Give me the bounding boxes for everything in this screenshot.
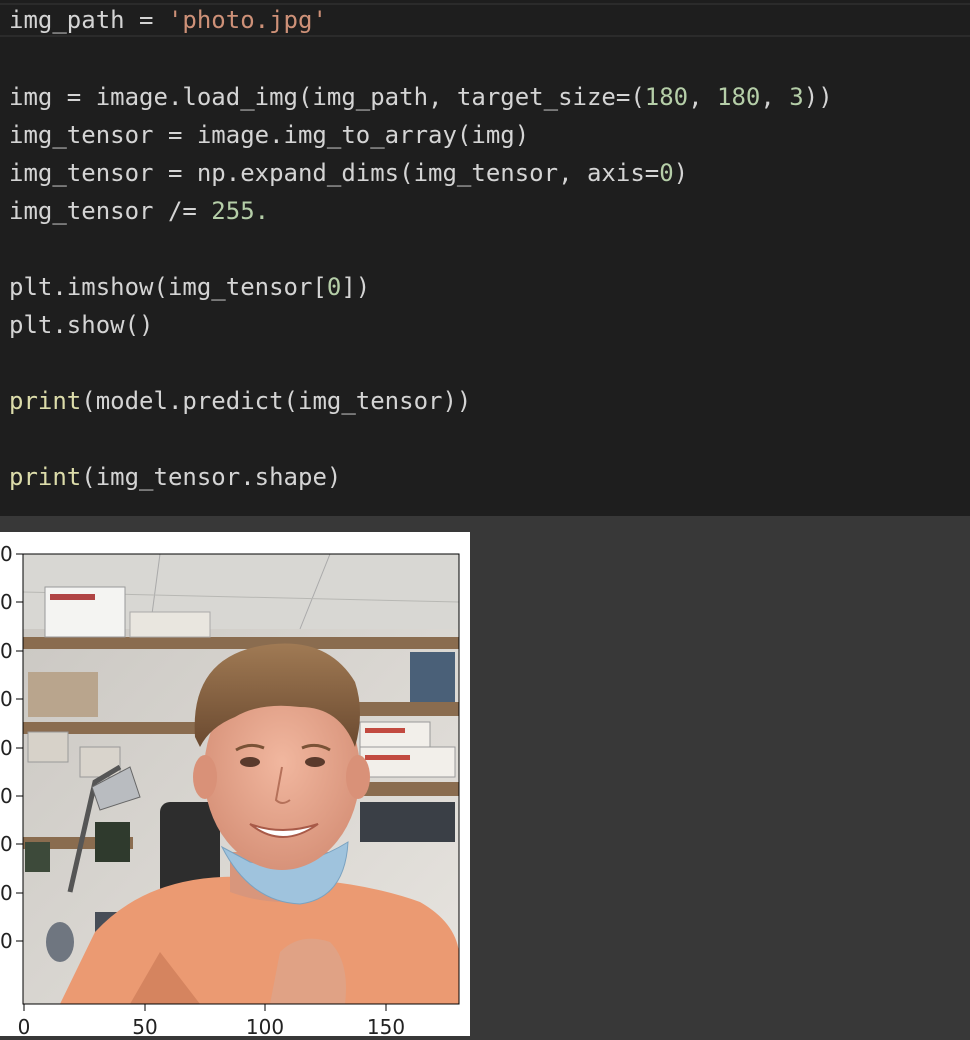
y-tick-label: 0 bbox=[0, 832, 13, 856]
code-text: )) bbox=[803, 83, 833, 111]
imshow-figure: 0 0 0 0 0 0 0 0 0 0 50 100 150 bbox=[0, 532, 470, 1039]
x-tick-label: 0 bbox=[18, 1015, 31, 1036]
number-literal: 255. bbox=[211, 197, 270, 225]
code-line-print-predict[interactable]: print(model.predict(img_tensor)) bbox=[9, 382, 471, 420]
string-literal: 'photo.jpg' bbox=[167, 6, 327, 34]
x-axis: 0 50 100 150 bbox=[18, 1004, 405, 1039]
number-literal: 3 bbox=[789, 83, 804, 111]
code-text: img_tensor = np.expand_dims(img_tensor, … bbox=[9, 159, 660, 187]
imshow-plot: 0 0 0 0 0 0 0 0 0 0 50 100 150 bbox=[0, 542, 460, 1039]
code-text: , bbox=[688, 83, 718, 111]
y-tick-label: 0 bbox=[0, 784, 13, 808]
x-tick-label: 50 bbox=[132, 1015, 157, 1036]
number-literal: 180 bbox=[717, 83, 761, 111]
photo-image bbox=[23, 554, 459, 1004]
number-literal: 0 bbox=[326, 273, 342, 301]
builtin-function: print bbox=[9, 387, 82, 415]
code-line-show[interactable]: plt.show() bbox=[9, 306, 154, 344]
code-line-img-path[interactable]: img_path = 'photo.jpg' bbox=[9, 1, 327, 39]
code-text: ]) bbox=[341, 273, 371, 301]
code-line-print-shape[interactable]: print(img_tensor.shape) bbox=[9, 458, 341, 496]
code-text: plt.show() bbox=[9, 311, 154, 339]
number-literal: 180 bbox=[644, 83, 689, 111]
y-tick-label: 0 bbox=[0, 881, 13, 905]
code-text: img = image.load_img(img_path, target_si… bbox=[9, 83, 645, 111]
x-tick-label: 150 bbox=[367, 1015, 405, 1036]
code-line-load-img[interactable]: img = image.load_img(img_path, target_si… bbox=[9, 78, 833, 116]
code-line-imshow[interactable]: plt.imshow(img_tensor[0]) bbox=[9, 268, 370, 306]
code-text: ) bbox=[673, 159, 689, 187]
code-text: img_path = bbox=[9, 6, 168, 34]
number-literal: 0 bbox=[659, 159, 674, 187]
code-line-img-to-array[interactable]: img_tensor = image.img_to_array(img) bbox=[9, 116, 529, 154]
y-tick-label: 0 bbox=[0, 736, 13, 760]
code-text: (img_tensor.shape) bbox=[81, 463, 342, 491]
code-cell[interactable]: img_path = 'photo.jpg' img = image.load_… bbox=[0, 0, 970, 516]
code-text: img_tensor = image.img_to_array(img) bbox=[9, 121, 530, 149]
y-tick-label: 0 bbox=[0, 639, 13, 663]
code-line-expand-dims[interactable]: img_tensor = np.expand_dims(img_tensor, … bbox=[9, 154, 688, 192]
y-tick-label: 0 bbox=[0, 687, 13, 711]
code-text: (model.predict(img_tensor)) bbox=[81, 387, 472, 415]
code-text: plt.imshow(img_tensor[ bbox=[9, 273, 327, 301]
x-tick-label: 100 bbox=[246, 1015, 284, 1036]
y-tick-label: 0 bbox=[0, 590, 13, 614]
y-axis: 0 0 0 0 0 0 0 0 0 bbox=[0, 542, 23, 953]
code-text: , bbox=[760, 83, 790, 111]
code-line-normalize[interactable]: img_tensor /= 255. bbox=[9, 192, 269, 230]
cell-output-area: 0 0 0 0 0 0 0 0 0 0 50 100 150 bbox=[0, 516, 970, 1040]
code-text: img_tensor /= bbox=[9, 197, 212, 225]
y-tick-label: 0 bbox=[0, 929, 13, 953]
builtin-function: print bbox=[9, 463, 82, 491]
y-tick-label: 0 bbox=[0, 542, 13, 566]
